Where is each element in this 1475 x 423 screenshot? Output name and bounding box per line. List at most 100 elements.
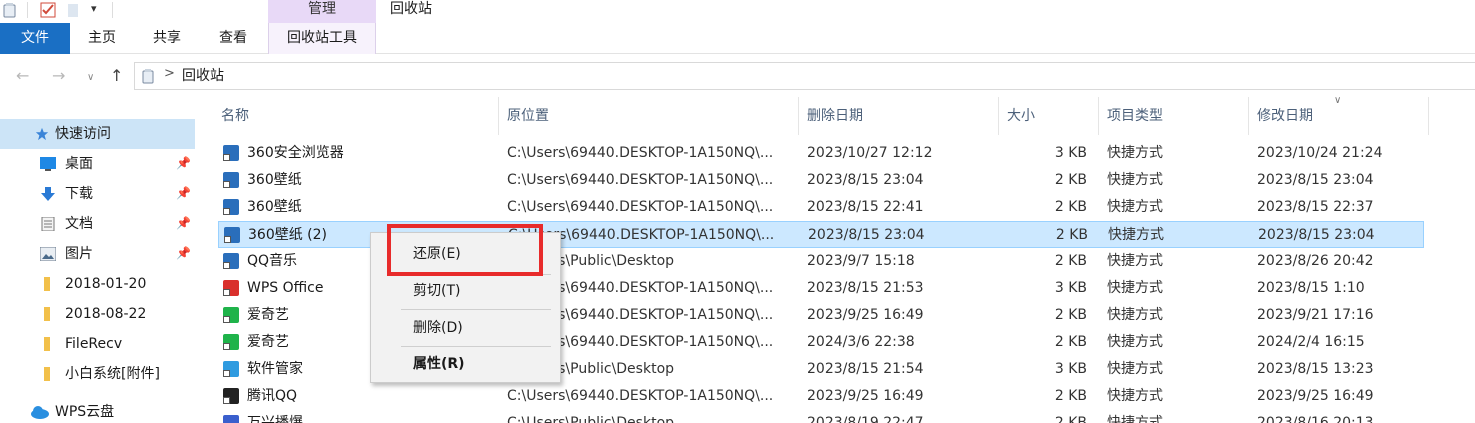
sidebar-item-label: 图片 (65, 246, 93, 262)
item-type: 快捷方式 (1107, 388, 1163, 404)
sidebar-item-label: 2018-01-20 (65, 276, 147, 292)
folder-icon (44, 277, 50, 291)
pin-icon: 📌 (176, 156, 191, 170)
download-icon (41, 187, 55, 201)
date-modified: 2023/8/15 23:04 (1257, 172, 1374, 188)
forward-arrow-icon[interactable]: → (52, 66, 65, 86)
recent-locations-chevron-icon[interactable]: ∨ (87, 68, 94, 88)
column-header-name[interactable]: 名称 (213, 97, 499, 135)
menu-item-cut[interactable]: 剪切(T) (371, 276, 560, 306)
sort-chevron-icon: ∨ (1334, 95, 1342, 106)
date-deleted: 2023/9/25 16:49 (807, 307, 924, 323)
date-deleted: 2023/8/15 23:04 (808, 227, 925, 243)
file-size: 2 KB (1055, 227, 1088, 243)
menu-item-label: 剪切(T) (413, 283, 461, 299)
sidebar-item-label: 桌面 (65, 156, 93, 172)
date-modified: 2023/8/15 1:10 (1257, 280, 1365, 296)
picture-icon (40, 247, 56, 261)
properties-checkmark-icon[interactable] (40, 2, 56, 18)
date-deleted: 2023/10/27 12:12 (807, 145, 933, 161)
back-arrow-icon[interactable]: ← (16, 66, 29, 86)
file-row[interactable]: 万兴播爆 C:\Users\Public\Desktop 2023/8/19 22:… (218, 410, 1424, 423)
sidebar-item-folder[interactable]: 2018-01-20 (0, 269, 195, 299)
column-header-item-type[interactable]: 项目类型 (1099, 97, 1249, 135)
column-header-original-location[interactable]: 原位置 (499, 97, 799, 135)
menu-item-delete[interactable]: 删除(D) (371, 313, 560, 343)
date-deleted: 2023/9/25 16:49 (807, 388, 924, 404)
file-row[interactable]: 360安全浏览器 C:\Users\69440.DESKTOP-1A150NQ\.… (218, 140, 1424, 167)
sidebar-item-label: 小白系统[附件] (65, 366, 160, 382)
date-modified: 2023/8/15 22:37 (1257, 199, 1374, 215)
file-row[interactable]: 360壁纸 C:\Users\69440.DESKTOP-1A150NQ\... 2… (218, 167, 1424, 194)
shortcut-arrow-icon (223, 262, 230, 269)
file-size: 2 KB (1054, 253, 1087, 269)
sidebar-item-folder[interactable]: 小白系统[附件] (0, 359, 195, 389)
star-icon (35, 127, 49, 141)
shortcut-icon (223, 388, 239, 404)
up-arrow-icon[interactable]: ↑ (110, 66, 123, 86)
address-bar[interactable] (134, 62, 1475, 90)
document-icon (41, 217, 55, 231)
date-deleted: 2023/8/15 23:04 (807, 172, 924, 188)
quick-access-dropdown-icon[interactable]: ▾ (91, 2, 97, 15)
item-type: 快捷方式 (1107, 334, 1163, 350)
sidebar-item-label: FileRecv (65, 336, 123, 352)
new-folder-icon[interactable] (66, 2, 82, 18)
file-size: 2 KB (1054, 334, 1087, 350)
tab-view[interactable]: 查看 (200, 23, 266, 54)
sidebar-item-folder[interactable]: FileRecv (0, 329, 195, 359)
shortcut-icon (223, 280, 239, 296)
shortcut-icon (223, 199, 239, 215)
annotation-highlight-box (387, 224, 543, 276)
tab-home[interactable]: 主页 (70, 23, 134, 54)
breadcrumb-recycle-bin[interactable]: 回收站 (182, 67, 224, 85)
shortcut-arrow-icon (223, 289, 230, 296)
shortcut-icon (223, 415, 239, 423)
file-size: 3 KB (1054, 361, 1087, 377)
date-deleted: 2023/8/15 22:41 (807, 199, 924, 215)
file-row[interactable]: 360壁纸 C:\Users\69440.DESKTOP-1A150NQ\... 2… (218, 194, 1424, 221)
shortcut-icon (223, 145, 239, 161)
item-type: 快捷方式 (1107, 253, 1163, 269)
sidebar-item-quick-access[interactable]: 快速访问 (0, 119, 195, 149)
menu-item-label: 属性(R) (413, 356, 465, 372)
item-type: 快捷方式 (1107, 145, 1163, 161)
date-modified: 2023/10/24 21:24 (1257, 145, 1383, 161)
sidebar-item-wps-cloud[interactable]: WPS云盘 (0, 399, 195, 423)
shortcut-arrow-icon (223, 208, 230, 215)
breadcrumb-chevron-icon[interactable]: > (164, 66, 175, 81)
file-size: 2 KB (1054, 388, 1087, 404)
navigation-pane: 快速访问 桌面 📌 下载 📌 文档 📌 图片 📌 2018-01-20 2018… (0, 100, 197, 423)
sidebar-item-pictures[interactable]: 图片 📌 (0, 239, 195, 269)
column-header-date-deleted[interactable]: 删除日期 (799, 97, 999, 135)
column-header-size[interactable]: 大小 (999, 97, 1099, 135)
tab-file[interactable]: 文件 (0, 23, 70, 54)
recycle-bin-icon (3, 3, 16, 18)
tab-share[interactable]: 共享 (134, 23, 200, 54)
sidebar-item-downloads[interactable]: 下载 📌 (0, 179, 195, 209)
file-row[interactable]: 腾讯QQ C:\Users\69440.DESKTOP-1A150NQ\... 20… (218, 383, 1424, 410)
file-size: 3 KB (1054, 280, 1087, 296)
menu-item-properties[interactable]: 属性(R) (371, 349, 560, 379)
item-type: 快捷方式 (1107, 199, 1163, 215)
item-type: 快捷方式 (1107, 415, 1163, 423)
shortcut-icon (223, 307, 239, 323)
ribbon-tabs: 文件 主页 共享 查看 回收站工具 (0, 23, 1475, 54)
date-deleted: 2023/8/15 21:54 (807, 361, 924, 377)
file-size: 3 KB (1054, 145, 1087, 161)
window-title: 回收站 (390, 1, 432, 17)
shortcut-arrow-icon (223, 181, 230, 188)
sidebar-item-folder[interactable]: 2018-08-22 (0, 299, 195, 329)
sidebar-item-label: 2018-08-22 (65, 306, 147, 322)
sidebar-item-desktop[interactable]: 桌面 📌 (0, 149, 195, 179)
sidebar-item-label: 文档 (65, 216, 93, 232)
original-location: C:\Users\69440.DESKTOP-1A150NQ\... (507, 388, 774, 404)
file-size: 2 KB (1054, 307, 1087, 323)
sidebar-item-documents[interactable]: 文档 📌 (0, 209, 195, 239)
pin-icon: 📌 (176, 186, 191, 200)
date-modified: 2024/2/4 16:15 (1257, 334, 1365, 350)
tab-recycle-bin-tools[interactable]: 回收站工具 (268, 23, 376, 54)
date-modified: 2023/8/15 13:23 (1257, 361, 1374, 377)
date-modified: 2023/8/15 23:04 (1258, 227, 1375, 243)
date-deleted: 2023/8/15 21:53 (807, 280, 924, 296)
